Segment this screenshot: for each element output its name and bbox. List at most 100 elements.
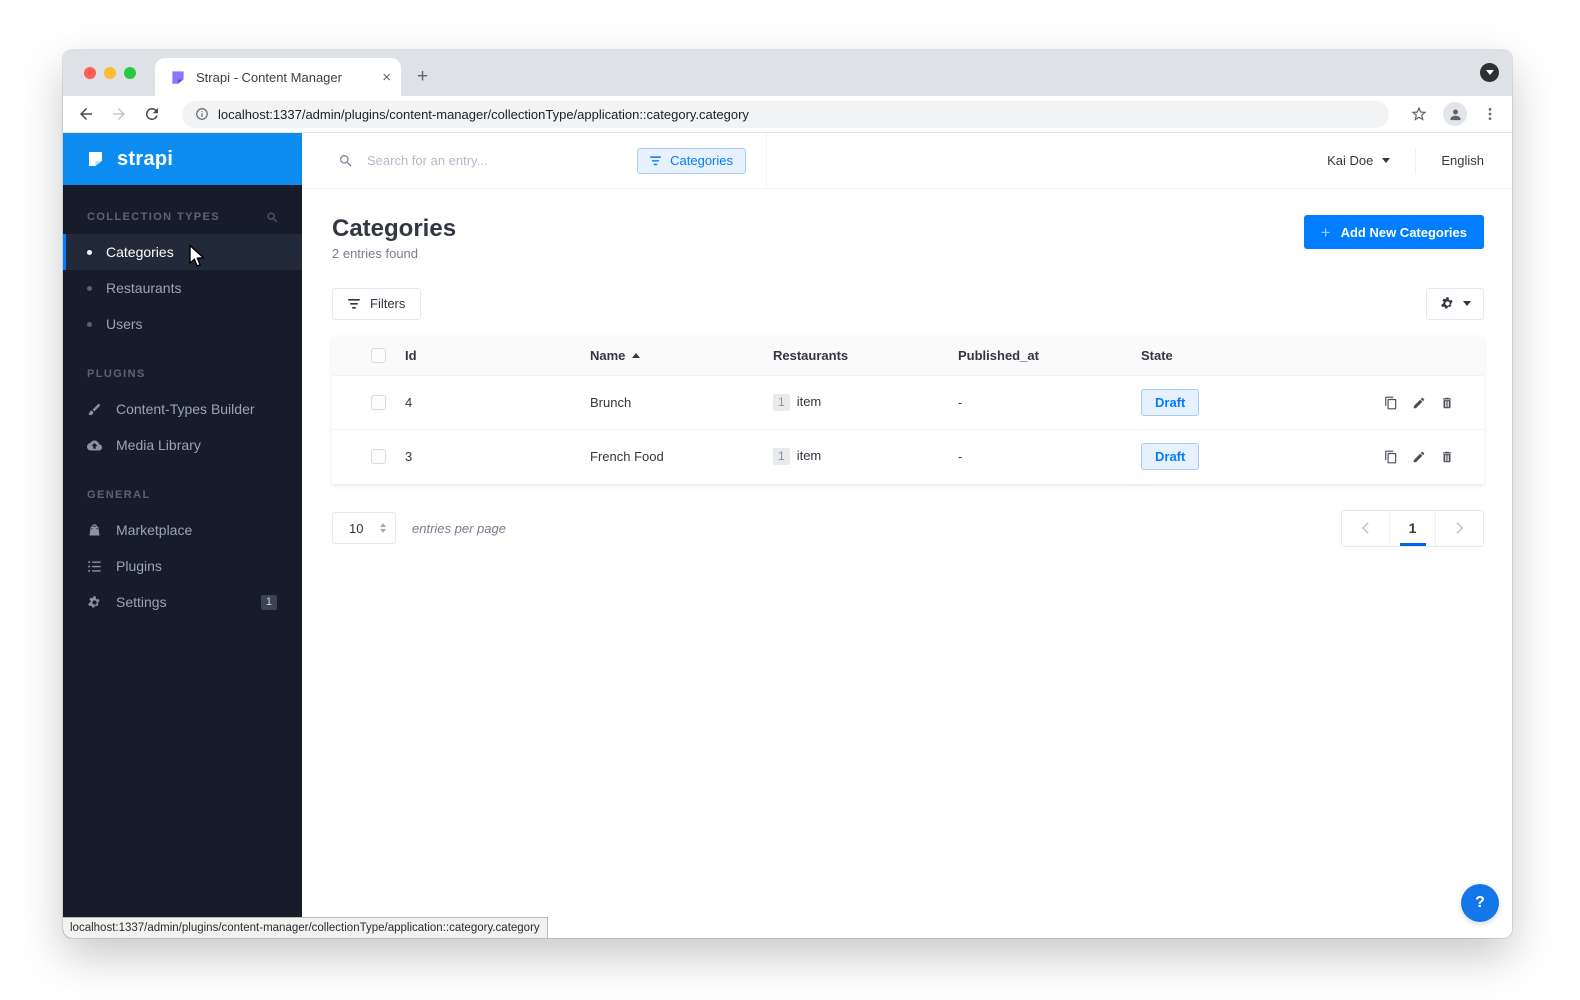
sidebar-section-plugins: PLUGINS Content-Types Builder Media Libr… [63,366,302,463]
entries-table: Id Name Restaurants Published_at State 4… [332,335,1484,484]
sidebar-item-content-types-builder[interactable]: Content-Types Builder [63,391,302,427]
column-header-restaurants[interactable]: Restaurants [773,336,958,376]
sidebar-item-restaurants[interactable]: Restaurants [63,270,302,306]
column-header-id[interactable]: Id [405,336,590,376]
browser-toolbar: localhost:1337/admin/plugins/content-man… [63,96,1512,133]
entry-search: Categories [302,133,767,188]
top-bar-right: Kai Doe English [767,133,1512,188]
section-label: PLUGINS [87,368,146,380]
page-header: Categories 2 entries found + Add New Cat… [332,215,1484,261]
status-url: localhost:1337/admin/plugins/content-man… [70,922,540,934]
sidebar-item-media-library[interactable]: Media Library [63,427,302,463]
add-new-categories-button[interactable]: + Add New Categories [1303,215,1484,249]
cell-state: Draft [1141,376,1364,430]
settings-notification-badge: 1 [260,594,277,610]
search-icon [339,154,352,167]
browser-window: Strapi - Content Manager × + localhost:1… [63,50,1512,938]
edit-pencil-icon[interactable] [1412,396,1426,410]
bullet-icon [87,321,92,327]
minimize-window-button[interactable] [104,67,116,79]
user-name: Kai Doe [1327,153,1374,168]
duplicate-icon[interactable] [1384,396,1398,410]
collection-filter-chip[interactable]: Categories [637,147,746,174]
strapi-favicon-icon [172,71,184,84]
chevron-down-icon [1485,70,1494,75]
select-all-checkbox[interactable] [371,347,386,363]
plus-icon: + [1320,222,1331,242]
status-badge: Draft [1141,443,1200,471]
table-header-row: Id Name Restaurants Published_at State [332,335,1484,376]
bookmark-star-icon[interactable] [1410,105,1428,123]
filters-button[interactable]: Filters [332,287,422,320]
left-menu: strapi COLLECTION TYPES Categories Resta… [63,133,302,938]
sort-asc-icon [632,352,641,358]
section-label: GENERAL [87,489,151,501]
browser-menu-kebab-icon[interactable] [1482,106,1498,122]
main-area: Categories Kai Doe English [302,133,1512,938]
bullet-icon [87,249,92,255]
duplicate-icon[interactable] [1384,450,1398,464]
divider [1415,147,1417,174]
filters-label: Filters [370,296,406,312]
browser-profile-avatar[interactable] [1443,102,1467,126]
close-window-button[interactable] [84,67,96,79]
cell-published-at: - [958,395,963,411]
column-header-state[interactable]: State [1141,336,1364,376]
sidebar-item-settings[interactable]: Settings 1 [63,584,302,620]
language-selector[interactable]: English [1441,153,1484,168]
table-row[interactable]: 4 Brunch 1 item - Draft [332,375,1484,430]
search-icon[interactable] [266,211,279,224]
add-button-label: Add New Categories [1340,224,1467,240]
browser-tab[interactable]: Strapi - Content Manager × [155,58,401,96]
search-input[interactable] [367,153,625,168]
forward-button[interactable] [110,105,128,123]
row-checkbox[interactable] [371,395,386,411]
sidebar-item-plugins[interactable]: Plugins [63,548,302,584]
content-area: Categories 2 entries found + Add New Cat… [302,189,1512,938]
delete-trash-icon[interactable] [1440,450,1454,464]
strapi-logo[interactable]: strapi [63,133,302,185]
browser-downloads-button[interactable] [1480,63,1499,82]
table-row[interactable]: 3 French Food 1 item - Draft [332,429,1484,484]
back-button[interactable] [77,105,95,123]
user-menu[interactable]: Kai Doe [1327,153,1391,168]
row-checkbox[interactable] [371,449,386,465]
desktop: Strapi - Content Manager × + localhost:1… [0,0,1580,1000]
browser-status-bar: localhost:1337/admin/plugins/content-man… [63,917,548,938]
column-header-published-at[interactable]: Published_at [958,336,1141,376]
mouse-cursor [189,244,206,267]
site-info-icon[interactable] [195,107,209,121]
sidebar-item-label: Plugins [116,558,162,574]
view-settings-button[interactable] [1426,287,1484,320]
filter-icon [650,155,662,165]
section-label: COLLECTION TYPES [87,211,221,223]
sidebar-section-general: GENERAL Marketplace Plugins Settings 1 [63,487,302,620]
sidebar-section-collection-types: COLLECTION TYPES Categories Restaurants [63,209,302,342]
column-header-name[interactable]: Name [590,336,773,376]
delete-trash-icon[interactable] [1440,396,1454,410]
entries-per-page-select[interactable]: 10 [332,512,396,545]
reload-button[interactable] [143,105,161,123]
sidebar-item-users[interactable]: Users [63,306,302,342]
new-tab-button[interactable]: + [417,67,428,86]
entries-count: 2 entries found [332,245,419,261]
filter-icon [348,298,360,309]
sidebar-item-categories[interactable]: Categories [63,234,302,270]
current-page[interactable]: 1 [1389,510,1436,546]
next-page-button[interactable] [1436,511,1483,546]
maximize-window-button[interactable] [124,67,136,79]
previous-page-button[interactable] [1342,511,1389,546]
cell-name: Brunch [590,395,632,411]
url-text: localhost:1337/admin/plugins/content-man… [218,106,749,122]
cloud-upload-icon [87,440,102,450]
chevron-down-icon [1382,158,1391,163]
sidebar-item-marketplace[interactable]: Marketplace [63,512,302,548]
edit-pencil-icon[interactable] [1412,450,1426,464]
close-tab-icon[interactable]: × [382,70,391,85]
cell-published-at: - [958,449,963,465]
relation-count-badge: 1 [773,448,790,466]
cell-restaurants: 1 item [773,430,958,484]
gear-icon [1440,297,1453,309]
address-bar[interactable]: localhost:1337/admin/plugins/content-man… [182,100,1389,128]
help-button[interactable]: ? [1461,884,1499,922]
